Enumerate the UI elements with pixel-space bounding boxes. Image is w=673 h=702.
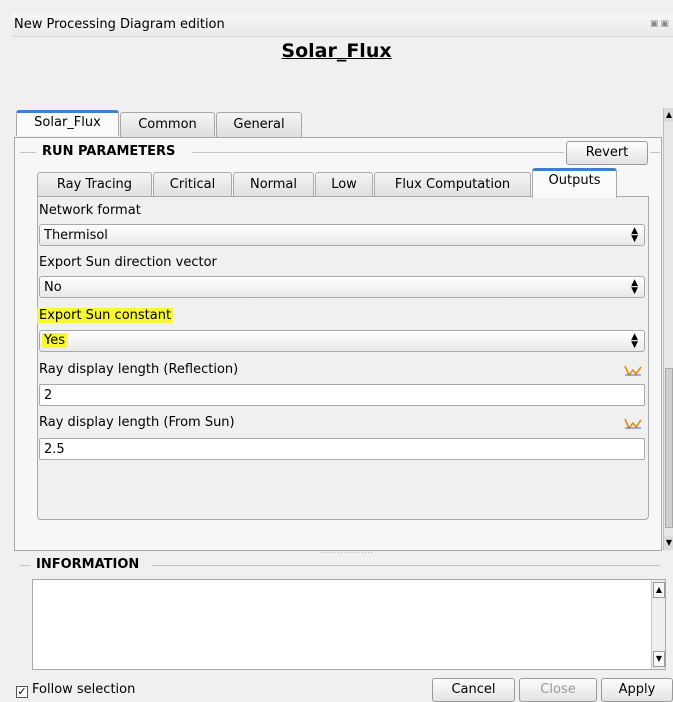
highlighted-text: Export Sun constant [37, 308, 174, 323]
export-sun-constant-label: Export Sun constant [37, 308, 174, 323]
window-title-bar[interactable]: New Processing Diagram edition ▣▣ [12, 13, 673, 37]
ray-length-reflection-input[interactable]: 2 [39, 384, 645, 406]
tab-normal[interactable]: Normal [233, 172, 314, 198]
network-format-label: Network format [39, 203, 141, 218]
dock-float-icon[interactable]: ▣▣ [650, 19, 671, 29]
graph-curve-icon[interactable] [624, 417, 642, 431]
tab-label: Outputs [548, 173, 601, 188]
tab-label: Flux Computation [394, 177, 511, 192]
scroll-down-icon[interactable]: ▼ [664, 536, 673, 550]
tab-solar-flux[interactable]: Solar_Flux [16, 110, 119, 136]
ray-length-reflection-label: Ray display length (Reflection) [39, 362, 239, 377]
updown-arrows-icon: ▲ ▼ [631, 332, 638, 350]
network-format-value: Thermisol [44, 228, 108, 243]
revert-button[interactable]: Revert [566, 141, 648, 165]
tab-outputs[interactable]: Outputs [532, 168, 617, 198]
graph-curve-icon[interactable] [624, 364, 642, 378]
scrollbar-thumb[interactable] [665, 368, 673, 528]
apply-button[interactable]: Apply [601, 678, 673, 702]
follow-selection-checkbox[interactable]: ✓ Follow selection [16, 682, 135, 698]
page-title: Solar_Flux [281, 40, 392, 62]
close-button[interactable]: Close [519, 678, 597, 702]
tab-label: Ray Tracing [56, 177, 133, 192]
highlighted-text: Yes [42, 333, 67, 348]
tab-common[interactable]: Common [120, 112, 215, 138]
export-sun-direction-label: Export Sun direction vector [39, 255, 217, 270]
ray-length-sun-value: 2.5 [44, 442, 65, 457]
splitter-handle[interactable] [320, 552, 372, 553]
tab-general[interactable]: General [216, 112, 302, 138]
tab-label: General [233, 117, 285, 132]
ray-length-sun-input[interactable]: 2.5 [39, 438, 645, 460]
cancel-button[interactable]: Cancel [432, 678, 515, 702]
export-sun-constant-select[interactable]: Yes ▲ ▼ [39, 330, 645, 352]
information-heading: INFORMATION [32, 557, 144, 572]
scroll-down-icon[interactable]: ▼ [653, 651, 665, 667]
updown-arrows-icon: ▲ ▼ [631, 226, 638, 244]
window-title: New Processing Diagram edition [14, 17, 225, 32]
tab-ray-tracing[interactable]: Ray Tracing [37, 172, 152, 198]
checkmark-icon: ✓ [16, 685, 28, 698]
ray-length-sun-label: Ray display length (From Sun) [39, 415, 235, 430]
tab-label: Low [331, 177, 357, 192]
vertical-scrollbar[interactable]: ▲ ▼ [663, 108, 673, 550]
group-divider [152, 565, 660, 566]
information-scrollbar[interactable]: ▲ ▼ [651, 580, 665, 669]
tab-critical[interactable]: Critical [153, 172, 232, 198]
updown-arrows-icon: ▲ ▼ [631, 278, 638, 296]
group-divider [192, 152, 564, 153]
tab-flux-computation[interactable]: Flux Computation [374, 172, 531, 198]
scroll-up-icon[interactable]: ▲ [664, 108, 673, 122]
tab-label: Common [138, 117, 197, 132]
tab-label: Solar_Flux [34, 115, 101, 130]
export-sun-direction-value: No [44, 280, 62, 295]
group-divider [20, 152, 36, 153]
export-sun-direction-select[interactable]: No ▲ ▼ [39, 276, 645, 298]
tab-label: Critical [169, 177, 216, 192]
group-divider [650, 152, 660, 153]
export-sun-constant-value: Yes [42, 333, 67, 348]
tab-low[interactable]: Low [315, 172, 373, 198]
information-text-area[interactable] [32, 579, 666, 670]
follow-selection-label: Follow selection [32, 682, 136, 697]
ray-length-reflection-value: 2 [44, 388, 53, 403]
run-parameters-heading: RUN PARAMETERS [38, 144, 180, 159]
network-format-select[interactable]: Thermisol ▲ ▼ [39, 224, 645, 246]
scroll-up-icon[interactable]: ▲ [653, 582, 665, 598]
group-divider [20, 565, 30, 566]
tab-label: Normal [249, 177, 298, 192]
